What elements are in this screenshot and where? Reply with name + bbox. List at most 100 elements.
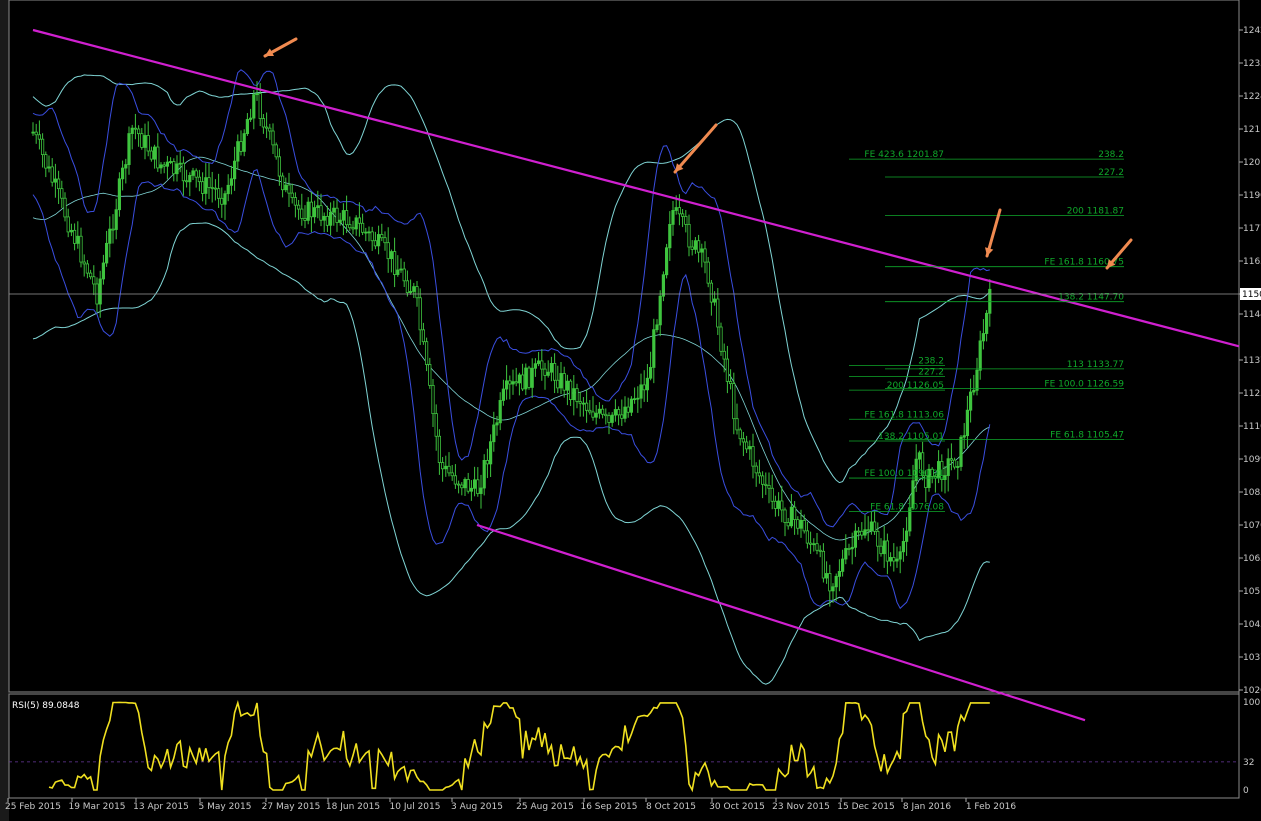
candle-body (322, 215, 326, 221)
candle-body (767, 484, 771, 489)
candle-body (741, 438, 746, 443)
candle-body (316, 205, 320, 208)
candle-body (588, 409, 592, 413)
candle-body (399, 268, 403, 271)
candle-body (386, 242, 390, 260)
price-tick-label: 1163 (1243, 257, 1261, 267)
candle-body (117, 178, 121, 211)
candle-body (57, 178, 61, 190)
candle-body (440, 462, 445, 470)
candle-body (191, 170, 195, 176)
date-tick-label: 8 Oct 2015 (646, 802, 696, 812)
candle-body (831, 586, 835, 592)
candle-body (178, 162, 182, 165)
candle-body (482, 460, 486, 489)
candle-body (328, 211, 333, 226)
candle-body (341, 210, 346, 221)
candle-body (946, 458, 950, 476)
price-chart[interactable]: 238.2227.2200 1181.87FE 161.8 1160.75138… (0, 0, 1261, 821)
candle-body (610, 414, 614, 423)
candle-body (383, 237, 387, 244)
candle-body (905, 530, 909, 542)
fib-label-upper: 200 1181.87 (1067, 207, 1124, 217)
fib-label-lower: 138.2 1105.01 (878, 432, 944, 442)
candle-body (338, 219, 342, 223)
candle-body (770, 487, 774, 502)
candle-body (351, 227, 355, 230)
candle-body (216, 188, 221, 199)
candle-body (223, 193, 227, 205)
candle-body (943, 475, 947, 480)
candle-body (965, 409, 970, 437)
candle-body (367, 231, 371, 234)
price-tick-label: 1177 (1243, 224, 1261, 234)
price-tick-label: 1242 (1243, 26, 1261, 36)
candle-body (604, 413, 608, 417)
candle-body (546, 371, 550, 376)
candle-body (825, 573, 829, 579)
candle-body (271, 130, 275, 146)
candle-body (453, 475, 458, 485)
candle-body (332, 207, 336, 213)
date-tick-label: 18 Jun 2015 (326, 802, 380, 812)
annotation-arrows[interactable] (263, 37, 1133, 270)
candle-body (460, 484, 464, 489)
fib-label-lower: FE 100.0 1090.91 (864, 469, 944, 479)
candle-body (649, 367, 653, 379)
candle-body (498, 400, 502, 424)
candle-body (722, 350, 726, 360)
candle-body (73, 229, 77, 244)
candle-body (456, 483, 461, 486)
candle-body (537, 360, 541, 365)
candle-body (959, 436, 963, 467)
candle-body (476, 479, 480, 494)
candle-body (860, 530, 864, 536)
date-tick-label: 16 Sep 2015 (580, 802, 637, 812)
candle-body (837, 570, 842, 577)
candle-body (261, 118, 266, 128)
candle-body (713, 298, 717, 303)
candle-body (469, 487, 474, 492)
candle-body (572, 388, 576, 400)
candle-body (245, 119, 249, 135)
candle-body (805, 530, 810, 544)
candle-body (866, 529, 870, 532)
rsi-tick-label: 0 (1243, 786, 1249, 796)
candle-body (889, 557, 893, 562)
candle-body (882, 540, 886, 555)
candle-body (681, 213, 685, 217)
date-tick-label: 8 Jan 2016 (903, 802, 951, 812)
candle-body (60, 188, 64, 199)
candle-body (31, 131, 35, 134)
candle-body (732, 383, 736, 420)
trendline-channel[interactable] (32, 28, 1240, 722)
candle-body (194, 170, 198, 178)
candle-body (821, 550, 826, 579)
candle-body (725, 358, 730, 382)
fib-label-upper: 238.2 (1098, 150, 1124, 160)
date-tick-label: 10 Jul 2015 (390, 802, 441, 812)
candle-body (757, 472, 762, 477)
trendline-lower (476, 523, 1086, 722)
candle-body (895, 558, 899, 562)
candle-body (357, 217, 362, 224)
fib-label-lower: FE 423.6 1201.87 (864, 150, 944, 160)
candle-body (165, 161, 169, 167)
fib-label-lower: FE 161.8 1113.06 (864, 410, 944, 420)
price-tick-label: 1144 (1243, 310, 1261, 320)
candle-body (47, 166, 51, 169)
candle-body (421, 329, 426, 343)
candle-body (85, 263, 89, 274)
date-tick-label: 3 Aug 2015 (451, 802, 503, 812)
candle-body (159, 164, 163, 169)
candle-body (969, 391, 973, 411)
candle-body (665, 247, 669, 276)
candle-body (642, 384, 646, 391)
candle-body (114, 209, 118, 230)
candle-body (645, 377, 650, 391)
candle-body (101, 262, 105, 280)
candle-body (879, 545, 883, 555)
candle-body (121, 167, 125, 180)
candle-body (495, 422, 499, 426)
candle-body (706, 261, 710, 284)
